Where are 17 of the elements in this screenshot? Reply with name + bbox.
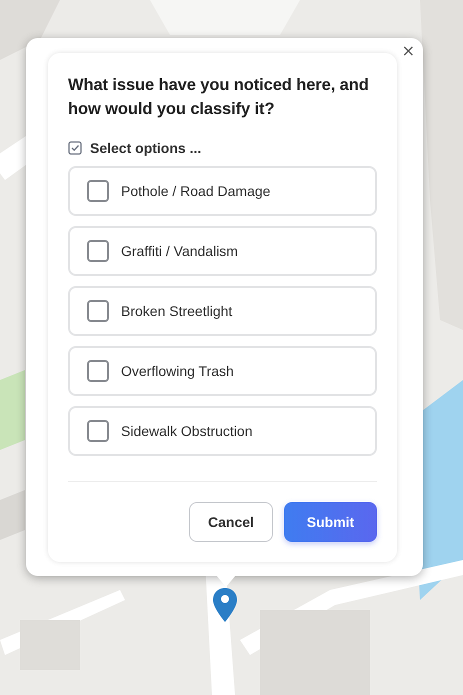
submit-button[interactable]: Submit (284, 502, 377, 542)
checkbox[interactable] (87, 300, 109, 322)
hint-text: Select options ... (90, 140, 202, 156)
checkbox[interactable] (87, 240, 109, 262)
checkbox[interactable] (87, 420, 109, 442)
checkbox-icon (68, 141, 82, 155)
close-button[interactable]: × (398, 42, 418, 60)
option-row[interactable]: Sidewalk Obstruction (68, 406, 377, 456)
checkbox[interactable] (87, 180, 109, 202)
cancel-button[interactable]: Cancel (189, 502, 273, 542)
checkbox[interactable] (87, 360, 109, 382)
map-pin-icon (213, 588, 237, 622)
question-text: What issue have you noticed here, and how would you classify it? (68, 75, 370, 120)
option-row[interactable]: Graffiti / Vandalism (68, 226, 377, 276)
option-row[interactable]: Broken Streetlight (68, 286, 377, 336)
option-row[interactable]: Overflowing Trash (68, 346, 377, 396)
option-row[interactable]: Pothole / Road Damage (68, 166, 377, 216)
